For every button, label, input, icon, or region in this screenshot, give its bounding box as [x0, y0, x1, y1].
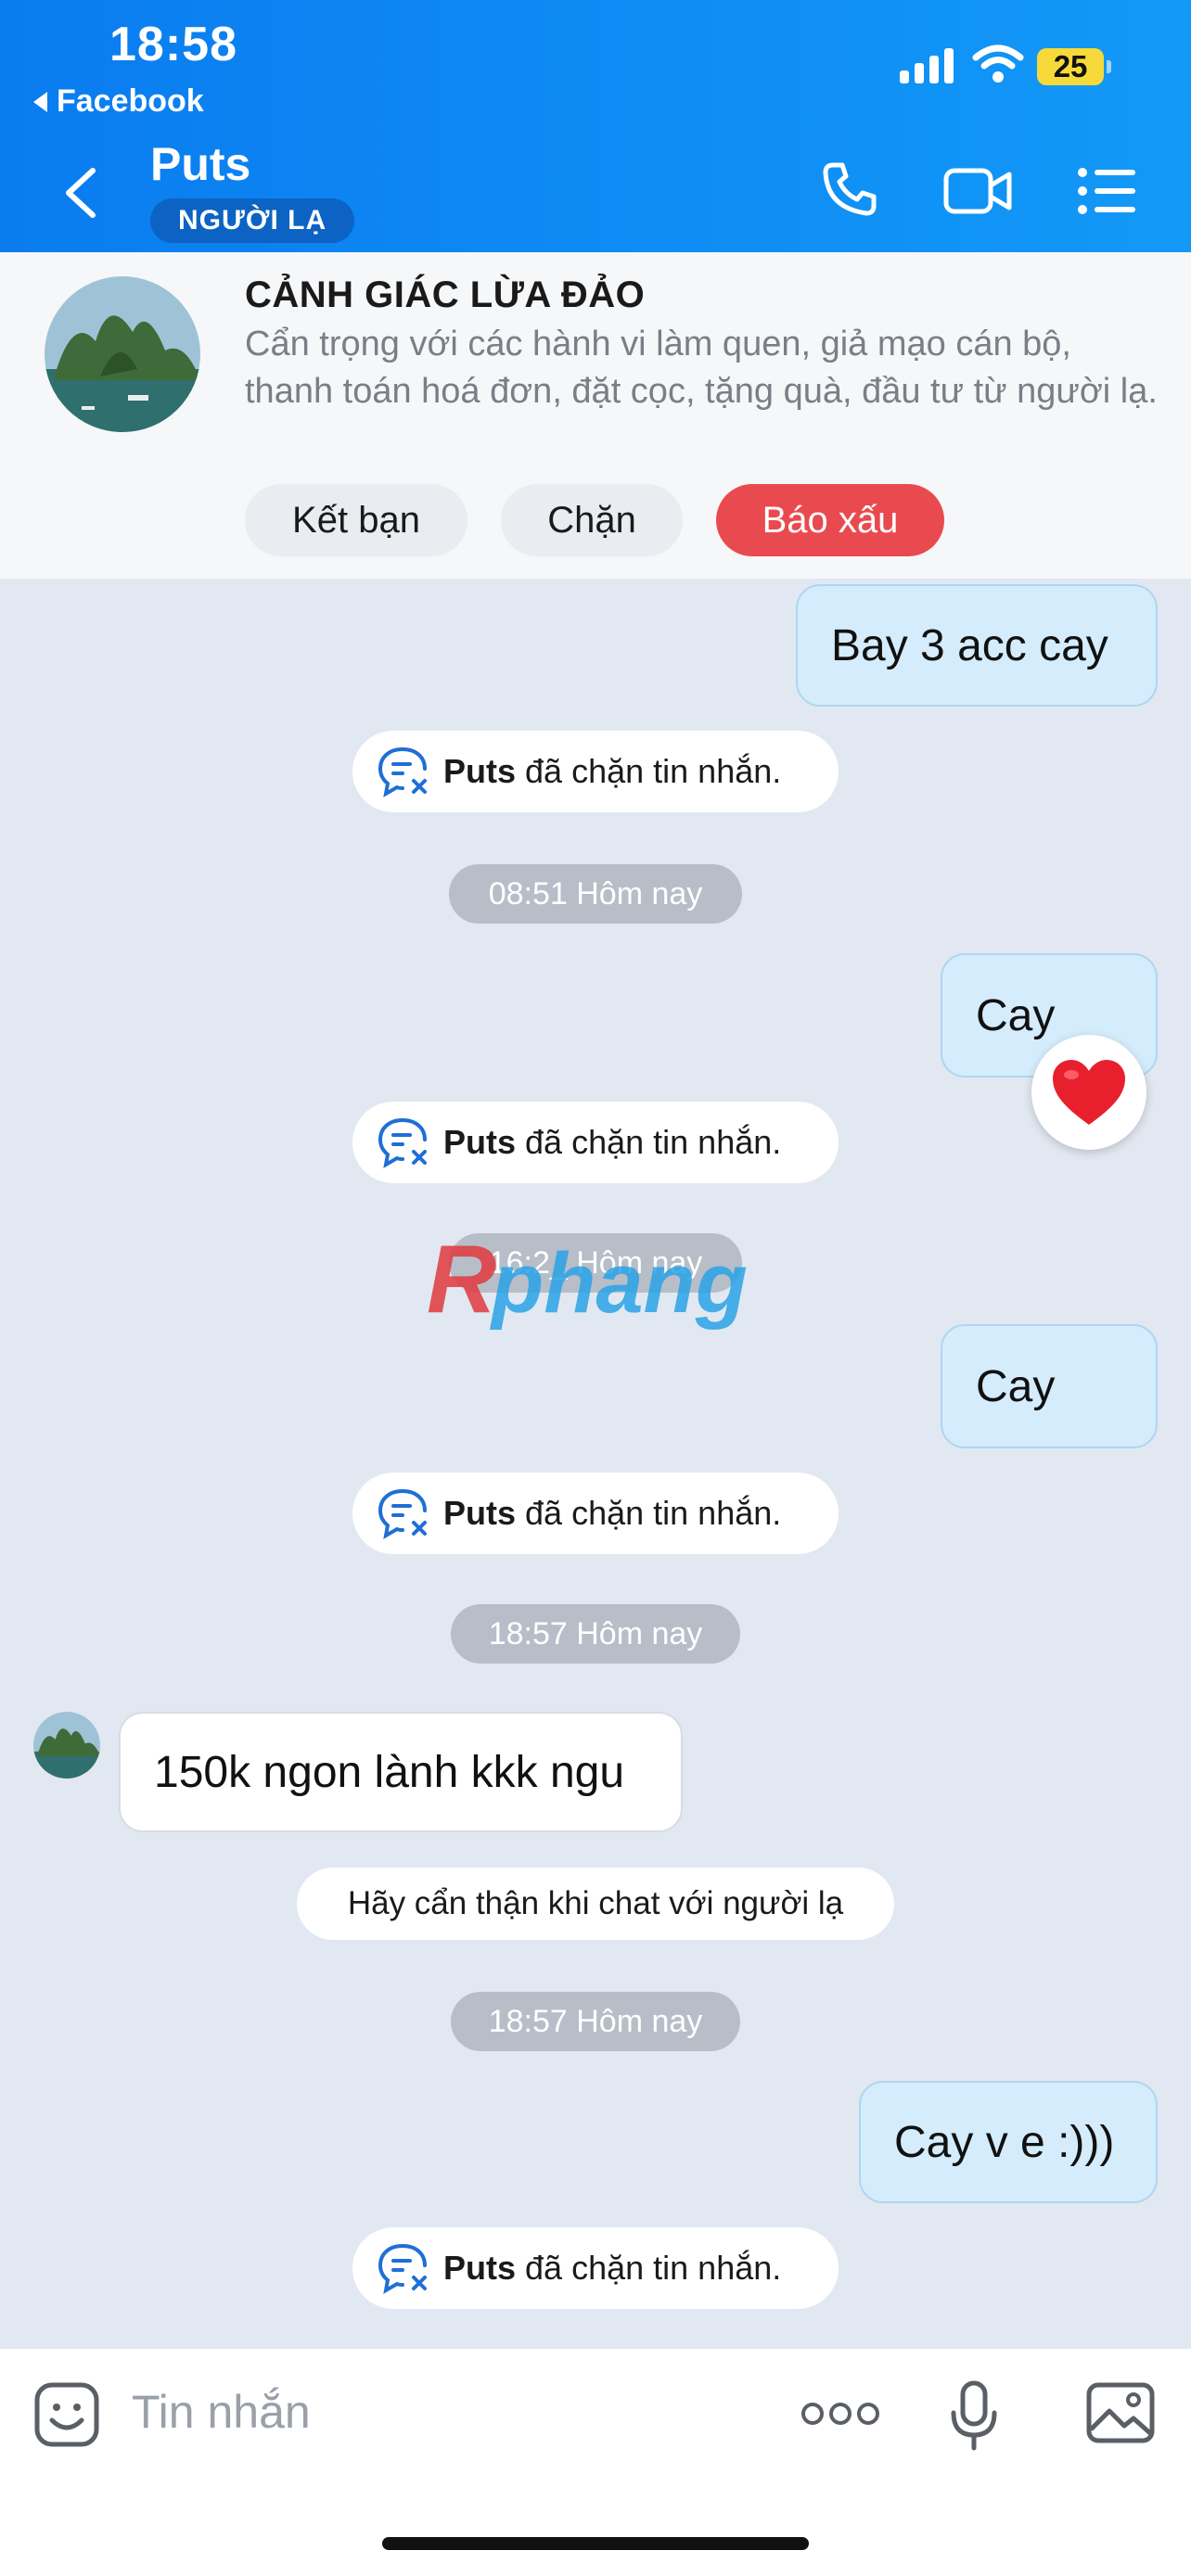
chat-header: 18:58 Facebook 25 Puts NGƯỜI LẠ [0, 0, 1191, 252]
contact-avatar[interactable] [45, 276, 200, 432]
more-options-icon[interactable] [801, 2400, 879, 2428]
blocked-notice: Puts đã chặn tin nhắn. [352, 1473, 839, 1554]
stranger-badge: NGƯỜI LẠ [150, 198, 355, 243]
message-bubble-outgoing[interactable]: Cay [941, 1324, 1158, 1448]
timestamp-pill: 08:51 Hôm nay [449, 864, 742, 924]
wifi-icon [972, 45, 1024, 83]
blocked-user-name: Puts [443, 1494, 517, 1532]
sender-avatar[interactable] [33, 1712, 100, 1779]
blocked-text: đã chặn tin nhắn. [525, 752, 782, 790]
video-call-icon[interactable] [942, 163, 1013, 219]
home-indicator[interactable] [382, 2537, 809, 2550]
watermark-initial: R [427, 1226, 496, 1333]
blocked-user-name: Puts [443, 1123, 517, 1161]
blocked-notice: Puts đã chặn tin nhắn. [352, 2227, 839, 2309]
banner-text: Cẩn trọng với các hành vi làm quen, giả … [245, 325, 1158, 411]
block-button[interactable]: Chặn [501, 484, 683, 556]
back-app-label: Facebook [57, 83, 204, 119]
report-button[interactable]: Báo xấu [716, 484, 944, 556]
cellular-signal-icon [900, 45, 954, 83]
message-input-field[interactable]: Tin nhắn [132, 2385, 311, 2439]
battery-icon: 25 [1037, 46, 1111, 87]
message-blocked-icon [378, 2244, 427, 2294]
back-to-app-link[interactable]: Facebook [33, 83, 204, 120]
message-bubble-incoming[interactable]: 150k ngon lành kkk ngu [119, 1712, 683, 1832]
watermark-logo: R phang [427, 1226, 748, 1333]
message-blocked-icon [378, 1118, 427, 1168]
banner-title: CẢNH GIÁC LỪA ĐẢO [245, 274, 646, 315]
blocked-text: đã chặn tin nhắn. [525, 1494, 782, 1532]
back-chevron-icon[interactable] [59, 165, 104, 221]
timestamp-pill: 18:57 Hôm nay [451, 1992, 740, 2051]
message-blocked-icon [378, 1489, 427, 1539]
blocked-user-name: Puts [443, 752, 517, 790]
status-time: 18:58 [109, 18, 237, 71]
blocked-text: đã chặn tin nhắn. [525, 1123, 782, 1161]
message-blocked-icon [378, 747, 427, 797]
battery-level: 25 [1037, 48, 1105, 85]
blocked-notice: Puts đã chặn tin nhắn. [352, 1102, 839, 1183]
back-triangle-icon [33, 91, 47, 112]
stranger-tip-notice: Hãy cẩn thận khi chat với người lạ [297, 1868, 894, 1940]
blocked-text: đã chặn tin nhắn. [525, 2249, 782, 2287]
image-gallery-icon[interactable] [1085, 2381, 1156, 2444]
contact-name[interactable]: Puts [150, 137, 250, 191]
blocked-user-name: Puts [443, 2249, 517, 2287]
menu-list-icon[interactable] [1078, 167, 1135, 215]
blocked-notice: Puts đã chặn tin nhắn. [352, 731, 839, 812]
add-friend-button[interactable]: Kết bạn [245, 484, 467, 556]
microphone-icon[interactable] [948, 2379, 1000, 2454]
heart-reaction-icon[interactable] [1031, 1035, 1146, 1150]
watermark-text: phang [489, 1236, 748, 1331]
message-bubble-outgoing[interactable]: Bay 3 acc cay [796, 584, 1158, 707]
sticker-icon[interactable] [33, 2381, 100, 2448]
phone-call-icon[interactable] [820, 159, 879, 219]
message-bubble-outgoing[interactable]: Cay v e :))) [859, 2081, 1158, 2203]
timestamp-pill: 18:57 Hôm nay [451, 1604, 740, 1664]
